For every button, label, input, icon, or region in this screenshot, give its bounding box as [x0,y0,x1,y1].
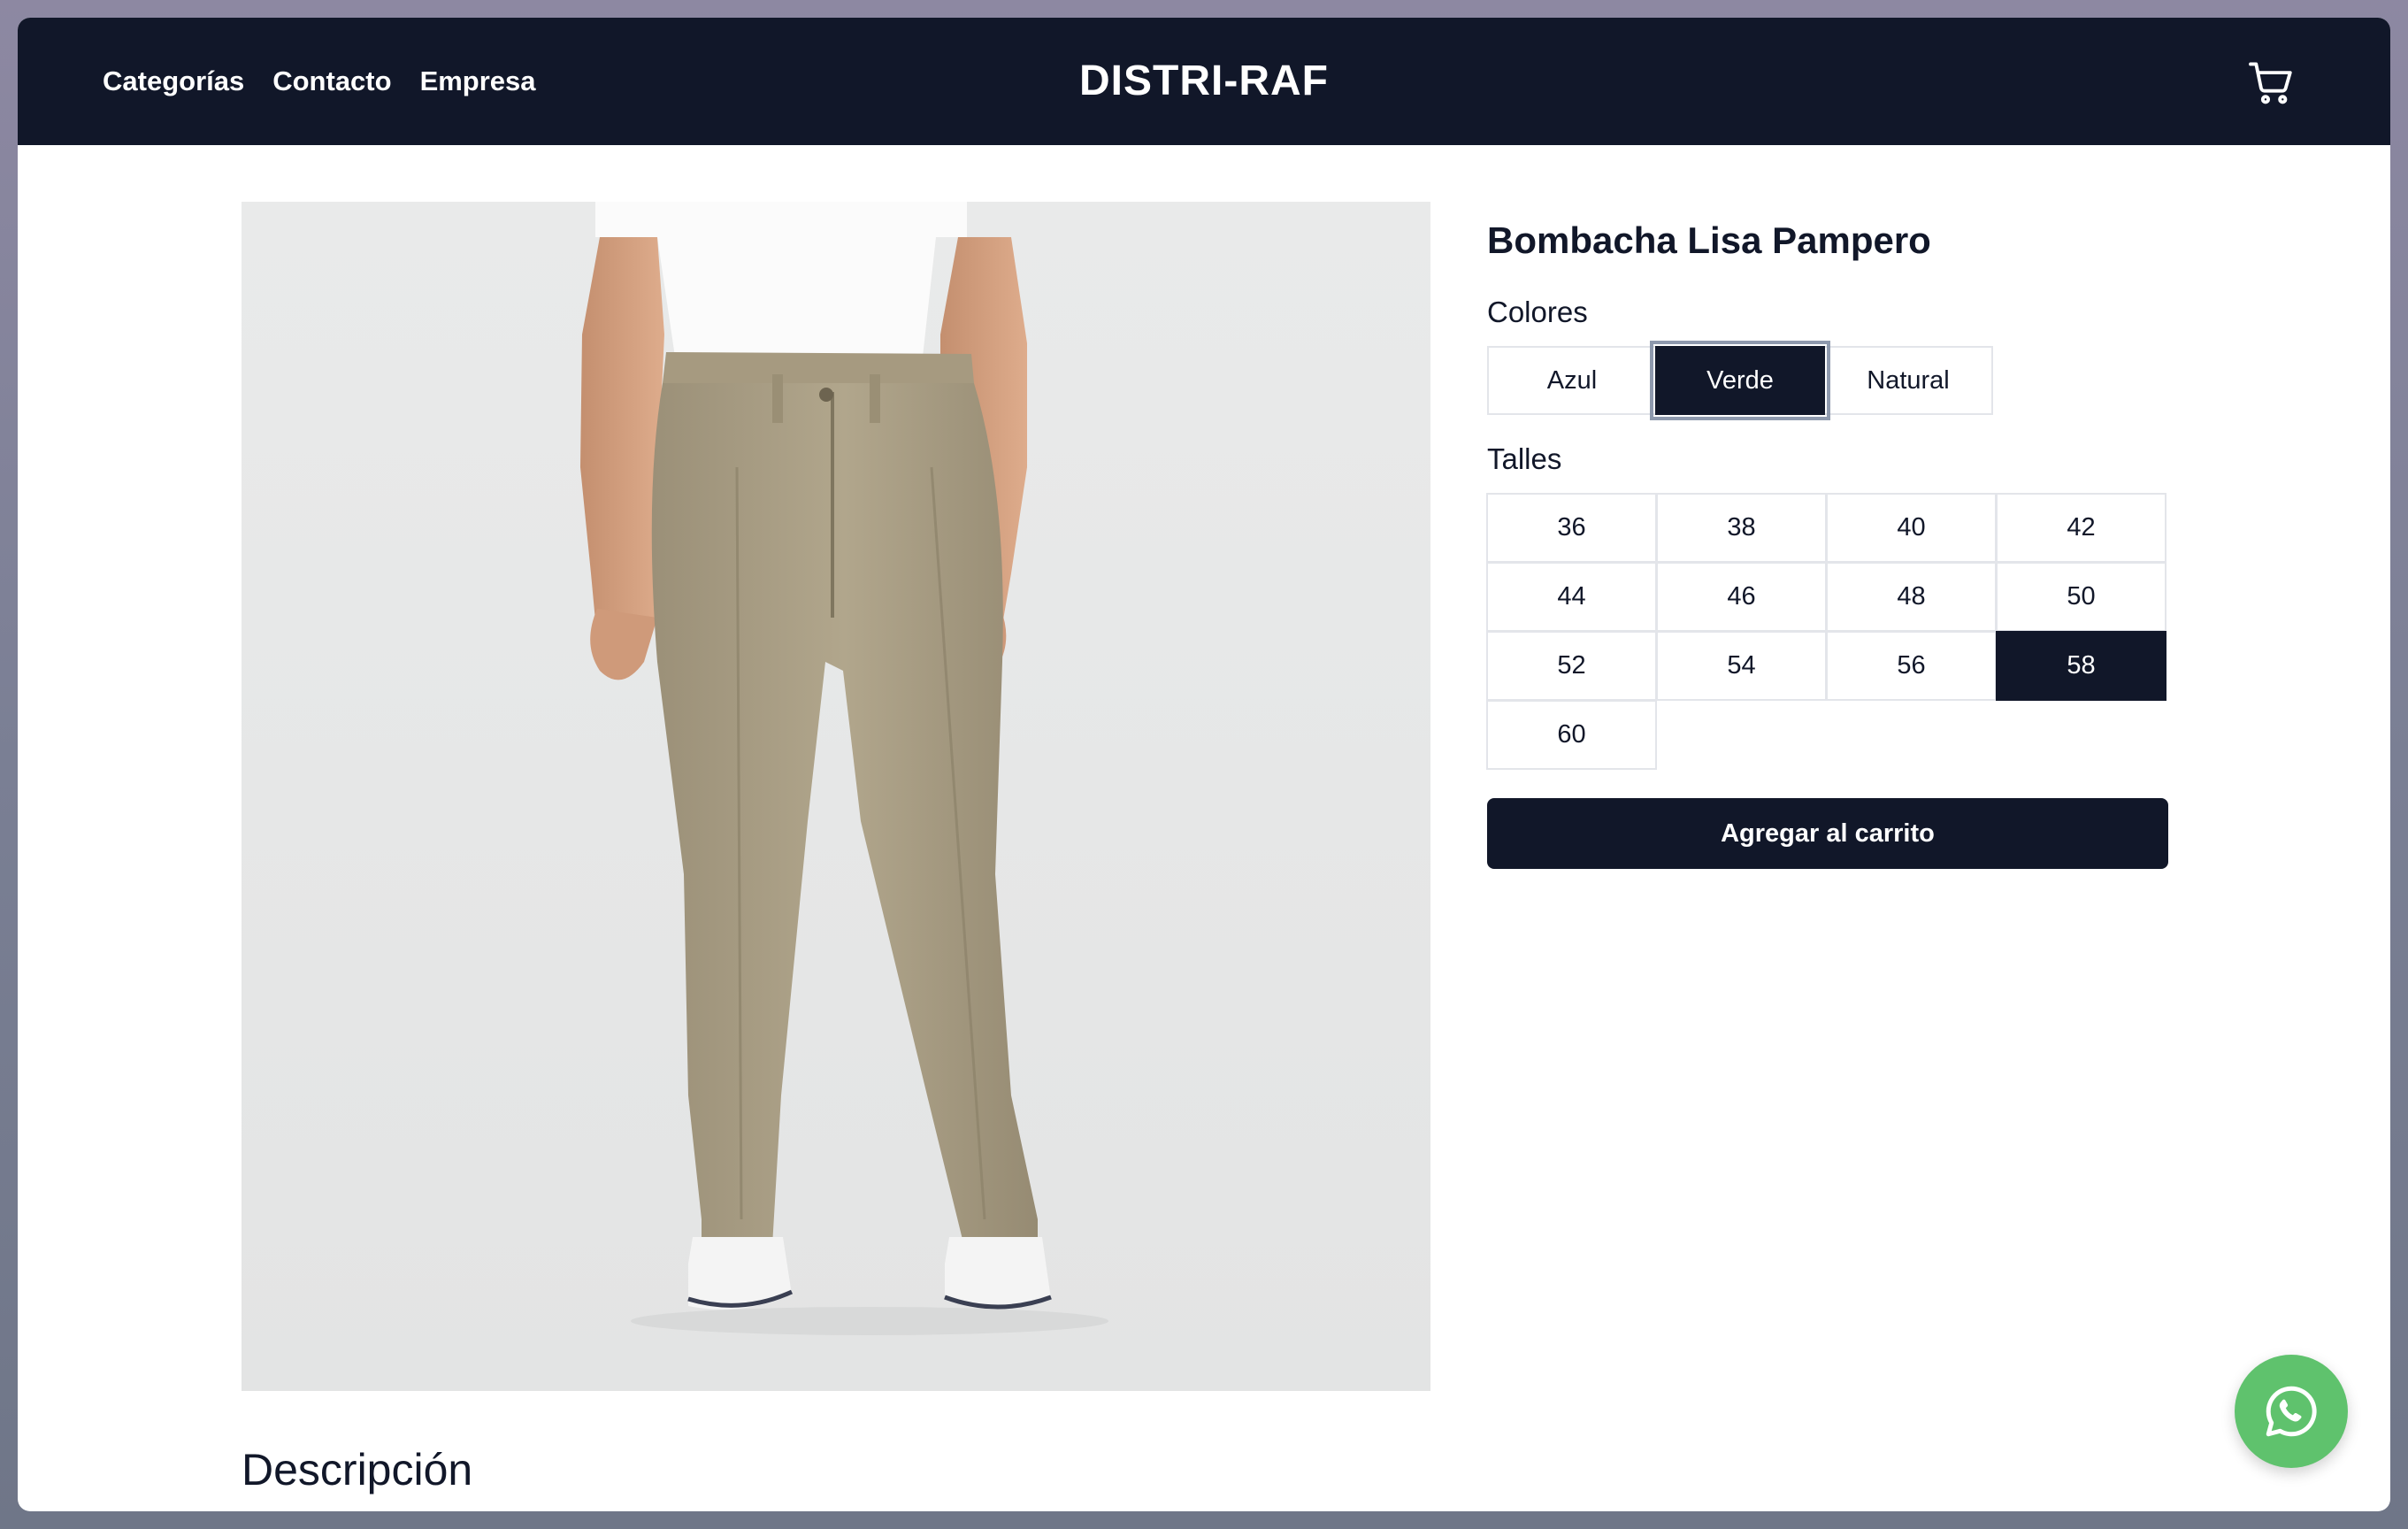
size-options: 36 38 40 42 44 46 48 50 52 54 56 58 60 [1486,493,2166,770]
size-option-46[interactable]: 46 [1656,562,1827,632]
size-option-36[interactable]: 36 [1486,493,1657,563]
whatsapp-icon [2266,1386,2317,1437]
top-navbar: Categorías Contacto Empresa DISTRI-RAF [18,18,2390,145]
nav-link-categorias[interactable]: Categorías [103,65,244,97]
size-option-44[interactable]: 44 [1486,562,1657,632]
size-option-42[interactable]: 42 [1996,493,2166,563]
color-options: Azul Verde Natural [1487,341,1993,420]
color-option-verde[interactable]: Verde [1650,341,1830,420]
shopping-cart-icon [2249,62,2292,104]
add-to-cart-button[interactable]: Agregar al carrito [1487,798,2168,869]
size-option-38[interactable]: 38 [1656,493,1827,563]
main-nav: Categorías Contacto Empresa [103,18,564,145]
size-option-48[interactable]: 48 [1826,562,1997,632]
color-option-azul[interactable]: Azul [1487,346,1657,415]
product-title: Bombacha Lisa Pampero [1487,219,1931,261]
nav-link-contacto[interactable]: Contacto [272,65,391,97]
product-image[interactable] [242,202,1430,1391]
size-option-58[interactable]: 58 [1996,631,2166,701]
cart-button[interactable] [2245,57,2297,108]
description-heading: Descripción [242,1445,473,1494]
size-option-54[interactable]: 54 [1656,631,1827,701]
khaki-pleated-trousers-photo [242,202,1430,1391]
browser-window: Categorías Contacto Empresa DISTRI-RAF B… [18,18,2390,1511]
whatsapp-button[interactable] [2235,1355,2348,1468]
size-option-60[interactable]: 60 [1486,700,1657,770]
size-option-52[interactable]: 52 [1486,631,1657,701]
size-option-56[interactable]: 56 [1826,631,1997,701]
colors-label: Colores [1487,296,1588,328]
size-option-40[interactable]: 40 [1826,493,1997,563]
size-option-50[interactable]: 50 [1996,562,2166,632]
sizes-label: Talles [1487,442,1562,475]
nav-link-empresa[interactable]: Empresa [420,65,536,97]
color-option-natural[interactable]: Natural [1823,346,1993,415]
